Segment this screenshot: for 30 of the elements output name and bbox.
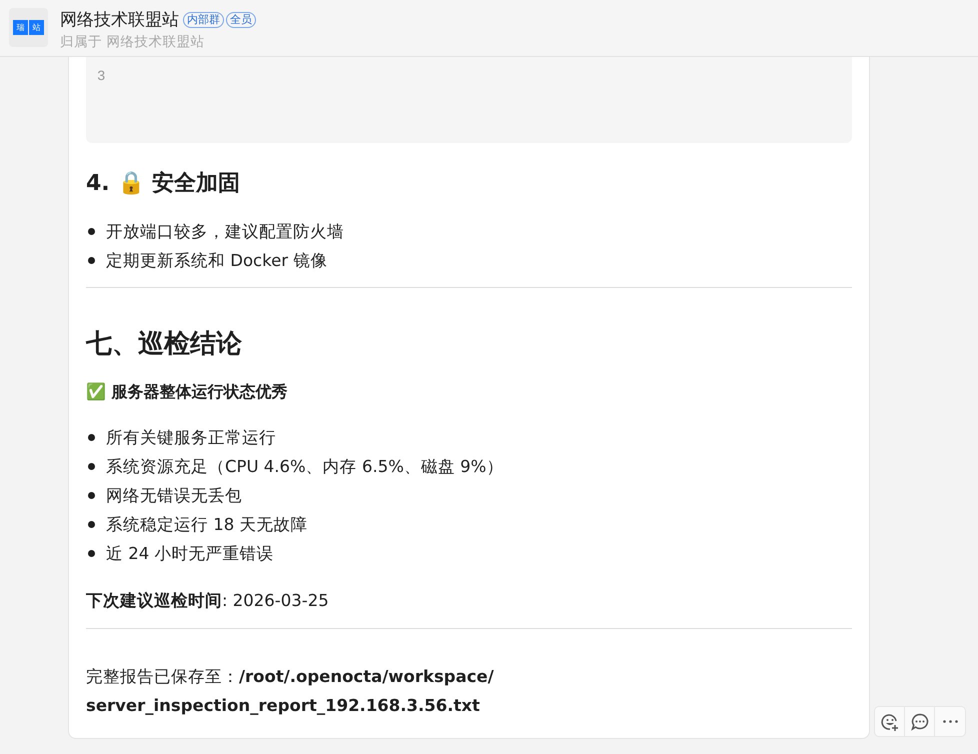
list-item: 系统稳定运行 18 天无故障	[106, 514, 308, 536]
group-title: 网络技术联盟站	[60, 9, 179, 31]
list-item: 近 24 小时无严重错误	[106, 542, 274, 564]
more-icon	[942, 720, 958, 723]
logo-text: 站	[29, 20, 44, 35]
bullet-icon	[88, 492, 95, 499]
bullet-icon	[88, 550, 95, 557]
list-item: 开放端口较多，建议配置防火墙	[106, 220, 344, 242]
paragraph: 完整报告已保存至：/root/.openocta/workspace/	[86, 666, 495, 688]
line-number: 3	[96, 68, 106, 86]
section-heading: 七、巡检结论	[86, 328, 243, 361]
group-tag: 全员	[226, 12, 256, 28]
comment-icon	[910, 712, 930, 732]
bullet-icon	[88, 521, 95, 528]
bullet-icon	[88, 434, 95, 441]
list-item: 所有关键服务正常运行	[106, 426, 276, 448]
list-item: 网络无错误无丢包	[106, 484, 242, 506]
section-heading: 4. 🔒 安全加固	[86, 170, 241, 198]
group-tag: 内部群	[183, 12, 224, 28]
group-subtitle: 归属于 网络技术联盟站	[60, 33, 206, 51]
paragraph: 下次建议巡检时间: 2026-03-25	[86, 590, 330, 612]
paragraph: server_inspection_report_192.168.3.56.txt	[86, 695, 481, 717]
bullet-icon	[88, 463, 95, 470]
bullet-icon	[88, 228, 95, 235]
bullet-icon	[88, 257, 95, 264]
logo-text: 瑞	[13, 20, 28, 35]
list-item: 系统资源充足（CPU 4.6%、内存 6.5%、磁盘 9%）	[106, 456, 504, 478]
list-item: 定期更新系统和 Docker 镜像	[106, 250, 328, 272]
summary-line: ✅ 服务器整体运行状态优秀	[86, 381, 289, 403]
emoji-add-icon	[880, 712, 900, 732]
